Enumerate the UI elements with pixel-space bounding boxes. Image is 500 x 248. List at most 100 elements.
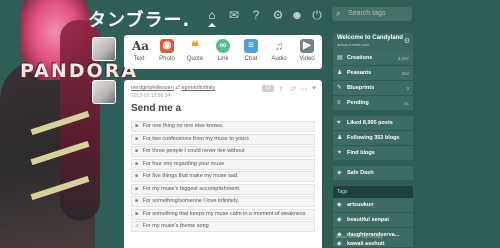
chat-icon: ≡ (244, 39, 258, 53)
blog-title: Welcome to Candyland (337, 35, 403, 41)
list-item: ■ For two confessions from my muse to yo… (131, 133, 315, 145)
account-icon[interactable]: ☻ (290, 8, 304, 22)
notes-count[interactable]: 18 (262, 85, 274, 92)
sidebar-item-count: 262 (401, 71, 409, 76)
blog-header[interactable]: Welcome to Candyland artsuu.tumblr.com ⚙ (333, 33, 413, 51)
post-audio-button[interactable]: ♫ Audio (266, 39, 292, 62)
post-chat-button[interactable]: ≡ Chat (238, 39, 264, 62)
sidebar-item-label: Blueprints (347, 85, 375, 91)
list-item: ■ For three people I could never live wi… (131, 146, 315, 157)
list-item: ■ For something/someone I love infinitel… (131, 196, 315, 207)
sidebar-item-count: 41 (403, 101, 409, 106)
user-avatar[interactable] (92, 37, 116, 61)
post-text-button[interactable]: Aa Text (126, 39, 152, 62)
post-type-label: Chat (244, 56, 258, 62)
sidebar-item-label: Pending (347, 100, 369, 106)
sidebar-item-blueprints[interactable]: ✎ Blueprints 3 (333, 81, 413, 96)
post-date: 2013-02 13:56:34 (131, 93, 171, 99)
tag-label: kawaii asshutt (347, 241, 385, 247)
list-item: ■ For four ons regarding your muse (131, 158, 315, 170)
gear-icon[interactable]: ⚙ (404, 37, 410, 45)
post-header: nerdgirlphillessen ⇄ agentofinfinity (131, 85, 215, 91)
post-type-label: Audio (271, 56, 287, 62)
sidebar-item-label: Liked 8,995 posts (347, 120, 393, 126)
post-quote-button[interactable]: ❝ Quote (182, 39, 208, 62)
post-author-avatar[interactable] (92, 80, 116, 104)
post-type-label: Video (299, 56, 315, 62)
search-input[interactable]: ⌕ Search tags (332, 7, 412, 21)
sidebar-item-safe-dash[interactable]: ◈ Safe Dash (333, 166, 413, 181)
text-icon: Aa (132, 39, 150, 53)
list-item: ■ For something that keeps my muse calm … (131, 208, 315, 220)
sidebar: Welcome to Candyland artsuu.tumblr.com ⚙… (333, 33, 413, 243)
compass-icon: ✦ (337, 150, 343, 156)
share-icon[interactable]: ⇪ (278, 85, 284, 93)
tag-item[interactable]: ◆ artsuukun (333, 198, 413, 213)
shield-icon: ◈ (337, 170, 342, 176)
sidebar-item-pending[interactable]: ≡ Pending 41 (333, 96, 413, 111)
sidebar-item-count: 3,597 (397, 56, 409, 61)
dashboard-post: nerdgirlphillessen ⇄ agentofinfinity 201… (124, 80, 322, 248)
search-icon: ⌕ (336, 9, 341, 18)
tags-header: Tags (333, 186, 413, 198)
post-type-bar: Aa Text ◉ Photo ❝ Quote ∞ Link ≡ Chat ♫ … (124, 35, 322, 69)
reply-icon[interactable]: ▭ (301, 85, 308, 93)
sidebar-item-count: 3 (406, 86, 409, 91)
tag-item[interactable]: ◆ beautiful senpai (333, 213, 413, 228)
post-title: Send me a (131, 103, 182, 114)
tag-label: beautiful senpai (347, 217, 389, 223)
search-placeholder: Search tags (348, 10, 386, 17)
sidebar-item-creations[interactable]: ▤ Creations 3,597 (333, 51, 413, 66)
sidebar-item-label: Safe Dash (347, 170, 374, 176)
posts-icon: ▤ (337, 55, 343, 61)
sidebar-item-label: Creations (347, 55, 373, 61)
list-item: ■ For five things that make my muse sad. (131, 171, 315, 182)
link-icon: ∞ (216, 39, 230, 53)
following-icon: ♟ (337, 135, 343, 141)
sidebar-item-label: Peasants (347, 70, 372, 76)
post-author-link[interactable]: nerdgirlphillessen (131, 85, 174, 91)
post-link-button[interactable]: ∞ Link (210, 39, 236, 62)
post-type-label: Photo (159, 56, 175, 62)
reblog-source-link[interactable]: agentofinfinity (181, 85, 215, 91)
post-type-label: Quote (186, 56, 204, 62)
followers-icon: ♟ (337, 70, 343, 76)
photo-icon: ◉ (160, 39, 174, 53)
list-item: ■ For one thing no one else knows. (131, 121, 315, 132)
background-art-text: PANDORA (20, 60, 136, 83)
sidebar-item-label: Following 353 blogs (347, 135, 400, 141)
footer-links[interactable]: Tumblr Terms Help Privacy (335, 234, 383, 239)
tag-item[interactable]: ◆ kawaii asshutt (333, 240, 413, 248)
post-type-label: Text (133, 56, 145, 62)
audio-icon: ♫ (274, 39, 284, 53)
video-icon: ▶ (300, 39, 314, 53)
ask-list: ■ For one thing no one else knows. ■ For… (131, 121, 315, 234)
like-icon[interactable]: ♥ (312, 85, 316, 92)
settings-icon[interactable]: ⚙ (271, 8, 285, 22)
tag-label: artsuukun (347, 202, 374, 208)
site-logo[interactable]: タンブラー. (88, 6, 190, 32)
reblog-button[interactable]: ⇄ (290, 85, 296, 93)
post-photo-button[interactable]: ◉ Photo (154, 39, 180, 62)
mail-icon[interactable]: ✉ (227, 8, 241, 22)
sidebar-item-following[interactable]: ♟ Following 353 blogs (333, 131, 413, 146)
sidebar-item-likes[interactable]: ♥ Liked 8,995 posts (333, 116, 413, 131)
queue-icon: ≡ (337, 100, 341, 106)
sidebar-item-peasants[interactable]: ♟ Peasants 262 (333, 66, 413, 81)
heart-icon: ♥ (337, 120, 341, 126)
list-item: ♫ For my muse's theme song (131, 221, 315, 232)
quote-icon: ❝ (191, 38, 199, 54)
sidebar-item-find-blogs[interactable]: ✦ Find blogs (333, 146, 413, 161)
help-icon[interactable]: ? (249, 8, 263, 22)
sidebar-item-label: Find blogs (347, 150, 375, 156)
tag-icon: ◆ (337, 202, 342, 208)
post-video-button[interactable]: ▶ Video (294, 39, 320, 62)
power-icon[interactable]: ⏻ (310, 8, 324, 22)
blog-url: artsuu.tumblr.com (337, 42, 369, 47)
blueprints-icon: ✎ (337, 85, 343, 91)
tag-icon: ◆ (337, 217, 342, 223)
post-type-label: Link (217, 56, 229, 62)
tag-icon: ◆ (337, 241, 342, 247)
list-item: ■ For my muse's biggest accomplishment. (131, 183, 315, 195)
home-icon[interactable]: ⌂ (205, 8, 219, 27)
